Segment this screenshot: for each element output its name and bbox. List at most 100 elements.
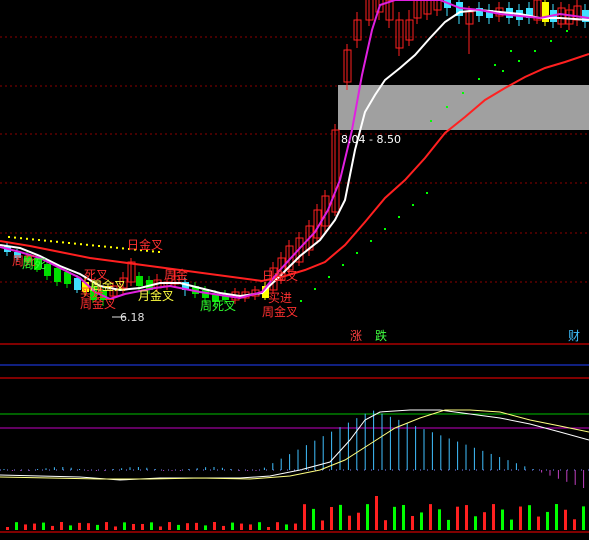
trail-dot [92, 244, 94, 247]
trail-dot [356, 252, 358, 254]
volume-bar [546, 511, 549, 530]
volume-bar [582, 506, 585, 530]
candle-body [136, 276, 143, 286]
trail-dot [384, 228, 386, 230]
volume-bar [60, 522, 63, 530]
trail-dot [68, 242, 70, 244]
macd-histogram [3, 410, 585, 489]
volume-bar [249, 524, 252, 530]
volume-bar [69, 525, 72, 530]
price-zone-label: 8.04 - 8.50 [341, 133, 401, 146]
volume-bar [330, 507, 333, 530]
trail-dot [116, 246, 118, 249]
fall-label: 跌 [375, 328, 387, 343]
volume-bar [501, 509, 504, 530]
volume-bar [339, 504, 342, 530]
volume-bar [402, 504, 405, 530]
volume-bar [123, 522, 126, 530]
volume-bar [483, 512, 486, 530]
volume-bar [510, 519, 513, 530]
volume-bar [186, 523, 189, 530]
volume-bar [222, 525, 225, 530]
volume-bar [447, 519, 450, 530]
price-annotation: 周金叉 [262, 304, 298, 319]
volume-bars [6, 496, 585, 530]
volume-bar [564, 509, 567, 530]
volume-bar [312, 508, 315, 530]
volume-bar [168, 522, 171, 530]
volume-bar [132, 523, 135, 530]
volume-bar [42, 522, 45, 530]
trail-dot [32, 238, 34, 241]
volume-bar [6, 527, 9, 530]
price-grid [0, 36, 589, 283]
rise-label: 涨 [350, 328, 362, 343]
volume-bar [384, 520, 387, 530]
trail-dot [328, 276, 330, 278]
volume-bar [87, 523, 90, 530]
volume-bar [375, 496, 378, 530]
trail-dot [62, 241, 64, 244]
volume-bar [150, 522, 153, 530]
volume-bar [213, 522, 216, 530]
volume-bar [51, 525, 54, 530]
volume-bar [258, 522, 261, 530]
volume-bar [555, 504, 558, 530]
price-annotation: 月金叉 [138, 288, 174, 303]
volume-bar [357, 512, 360, 530]
volume-bar [474, 516, 477, 530]
trail-dot [462, 92, 464, 94]
volume-bar [33, 523, 36, 530]
price-annotation: 周死 [22, 257, 46, 271]
trail-dot [398, 216, 400, 218]
volume-bar [240, 523, 243, 530]
price-annotation: 周金叉 [80, 296, 116, 311]
volume-bar [276, 522, 279, 530]
volume-bar [420, 512, 423, 530]
volume-bar [114, 526, 117, 530]
stock-chart[interactable]: 日金叉 周死 死叉 周金 买进 周金叉 月金叉 周死叉 日金叉 买进 周金叉 周… [0, 0, 589, 540]
trail-dot [98, 245, 100, 247]
volume-bar [195, 522, 198, 530]
volume-bar [267, 526, 270, 530]
price-annotation: 周金叉 [90, 278, 126, 293]
volume-bar [393, 506, 396, 530]
volume-bar [366, 504, 369, 530]
trail-dot [104, 245, 106, 248]
volume-bar [159, 526, 162, 530]
trail-dot [370, 240, 372, 242]
volume-bar [429, 504, 432, 530]
volume-bar [492, 504, 495, 530]
trail-dot [314, 288, 316, 290]
trail-dot [342, 264, 344, 266]
trail-dot [20, 237, 22, 240]
volume-bar [537, 516, 540, 530]
trail-dot [44, 239, 46, 242]
trail-dot [74, 242, 76, 245]
macd-dea-line [0, 409, 589, 480]
trail-dot [412, 204, 414, 206]
volume-bar [411, 515, 414, 530]
volume-bar [528, 505, 531, 530]
trail-dot [86, 243, 88, 246]
volume-bar [105, 522, 108, 530]
volume-bar [78, 522, 81, 530]
volume-bar [465, 505, 468, 530]
volume-bar [303, 504, 306, 530]
trail-dot [478, 78, 480, 80]
trail-dot [566, 30, 568, 32]
trail-dot [550, 40, 552, 42]
trail-dot [300, 300, 302, 302]
trail-dot [494, 64, 496, 66]
volume-bar [573, 519, 576, 530]
volume-bar [24, 524, 27, 530]
trail-dot [80, 243, 82, 246]
volume-bar [456, 506, 459, 530]
ma-magenta-line [0, 0, 589, 301]
volume-bar [96, 524, 99, 530]
volume-bar [141, 523, 144, 530]
volume-bar [348, 515, 351, 530]
trail-dot [122, 247, 124, 250]
volume-bar [177, 524, 180, 530]
trail-dot [8, 236, 10, 238]
